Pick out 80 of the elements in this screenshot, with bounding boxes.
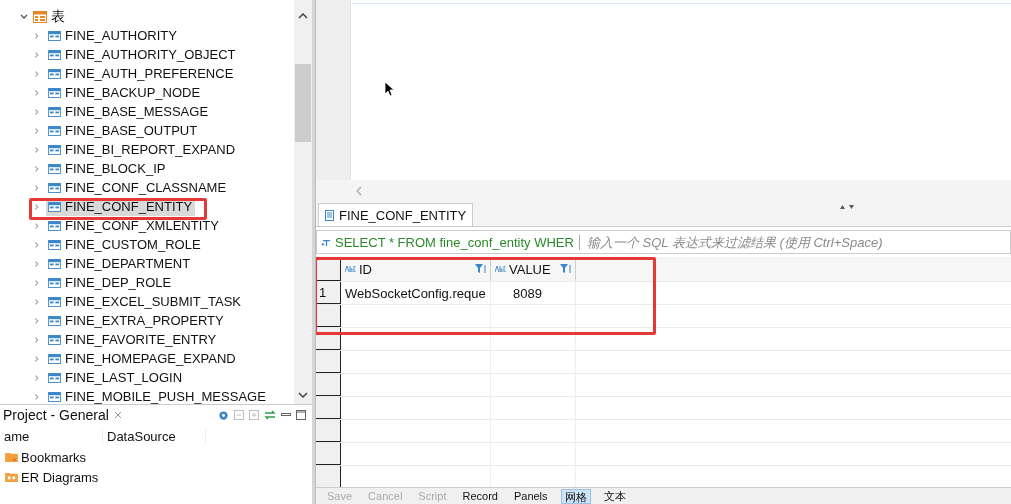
table-tree-item[interactable]: FINE_BASE_MESSAGE	[46, 102, 212, 121]
table-icon	[48, 258, 61, 269]
scroll-up-icon[interactable]	[298, 13, 308, 19]
table-tree-item[interactable]: FINE_CONF_CLASSNAME	[46, 178, 230, 197]
maximize-icon[interactable]	[296, 410, 306, 420]
table-icon	[48, 87, 61, 98]
toolbar-button[interactable]: 文本	[600, 488, 629, 504]
table-tree-item[interactable]: FINE_BACKUP_NODE	[46, 83, 204, 102]
toolbar-button[interactable]: 网格	[560, 488, 591, 504]
filter-icon[interactable]	[560, 264, 572, 274]
filter-text-icon	[321, 237, 332, 247]
mouse-pointer-icon	[384, 81, 394, 97]
collapse-icon[interactable]	[234, 410, 244, 420]
tree-node-label[interactable]: 表	[51, 7, 65, 26]
table-cell: 8089	[491, 282, 576, 304]
link-arrows-icon[interactable]	[264, 410, 276, 420]
column-header[interactable]: ame	[0, 428, 103, 444]
table-icon	[48, 49, 61, 60]
table-tree-item[interactable]: FINE_DEPARTMENT	[46, 254, 194, 273]
table-tree-item[interactable]: FINE_EXTRA_PROPERTY	[46, 311, 227, 330]
table-icon	[48, 201, 61, 212]
minimize-icon[interactable]	[281, 413, 291, 417]
filter-icon[interactable]	[475, 264, 487, 274]
results-tab[interactable]: FINE_CONF_ENTITY	[318, 203, 474, 226]
close-icon[interactable]	[113, 411, 122, 419]
table-icon	[48, 296, 61, 307]
row-number: 1	[316, 282, 341, 304]
filter-field[interactable]: SELECT * FROM fine_conf_entity WHER 输入一个 SQL 表达式来过滤结果 (使用 Ctrl+Space)	[316, 230, 1011, 254]
table-tree-item[interactable]: FINE_CUSTOM_ROLE	[46, 235, 204, 254]
expand-icon[interactable]	[249, 410, 259, 420]
scroll-left-icon[interactable]	[356, 186, 362, 196]
table-tree-item[interactable]: FINE_AUTHORITY	[46, 26, 180, 45]
column-header[interactable]: ID	[341, 257, 491, 281]
project-item[interactable]: Bookmarks	[0, 447, 312, 467]
table-tree-item[interactable]: FINE_DEP_ROLE	[46, 273, 175, 292]
table-tree-item[interactable]: FINE_AUTHORITY_OBJECT	[46, 45, 239, 64]
bookmark-folder-icon	[5, 452, 18, 462]
table-icon	[48, 334, 61, 345]
table-icon	[48, 277, 61, 288]
up-down-arrows-icon[interactable]	[839, 204, 855, 210]
diagram-folder-icon	[5, 472, 18, 482]
table-tree-item[interactable]: FINE_BLOCK_IP	[46, 159, 169, 178]
text-type-icon	[345, 266, 357, 272]
table-cell: WebSocketConfig.reque	[341, 282, 491, 304]
table-tree-item[interactable]: FINE_BASE_OUTPUT	[46, 121, 201, 140]
table-tree-item[interactable]: FINE_BI_REPORT_EXPAND	[46, 140, 238, 159]
sql-query-text: SELECT * FROM fine_conf_entity WHER	[335, 234, 580, 250]
table-icon	[48, 315, 61, 326]
table-icon	[48, 220, 61, 231]
table-icon	[48, 163, 61, 174]
project-item[interactable]: ER Diagrams	[0, 467, 312, 487]
table-tree-item[interactable]: FINE_AUTH_PREFERENCE	[46, 64, 237, 83]
settings-icon[interactable]	[218, 409, 229, 421]
table-tree-item[interactable]: FINE_EXCEL_SUBMIT_TASK	[46, 292, 245, 311]
table-icon	[48, 68, 61, 79]
table-folder-icon	[33, 10, 47, 23]
panel-tab[interactable]: Project - General	[3, 407, 122, 423]
table-icon	[48, 125, 61, 136]
table-icon	[48, 144, 61, 155]
table-icon	[48, 239, 61, 250]
table-icon	[48, 391, 61, 402]
table-tree-item[interactable]: FINE_CONF_XMLENTITY	[46, 216, 222, 235]
scrollbar[interactable]	[294, 0, 312, 404]
table-icon	[48, 372, 61, 383]
scroll-down-icon[interactable]	[298, 392, 308, 398]
table-tree-item[interactable]: FINE_MOBILE_PUSH_MESSAGE	[46, 387, 269, 404]
document-icon	[325, 209, 334, 221]
table-icon	[48, 182, 61, 193]
table-icon	[48, 353, 61, 364]
column-header[interactable]: VALUE	[491, 257, 576, 281]
toolbar-button[interactable]: Panels	[510, 488, 551, 504]
scrollbar-thumb[interactable]	[295, 64, 311, 142]
column-header[interactable]: DataSource	[103, 428, 206, 444]
text-type-icon	[495, 266, 507, 272]
table-tree-item[interactable]: FINE_HOMEPAGE_EXPAND	[46, 349, 239, 368]
table-icon	[48, 30, 61, 41]
table-tree-item[interactable]: FINE_FAVORITE_ENTRY	[46, 330, 220, 349]
table-tree-item[interactable]: FINE_LAST_LOGIN	[46, 368, 186, 387]
table-icon	[48, 106, 61, 117]
toolbar-button[interactable]: Record	[459, 488, 501, 504]
